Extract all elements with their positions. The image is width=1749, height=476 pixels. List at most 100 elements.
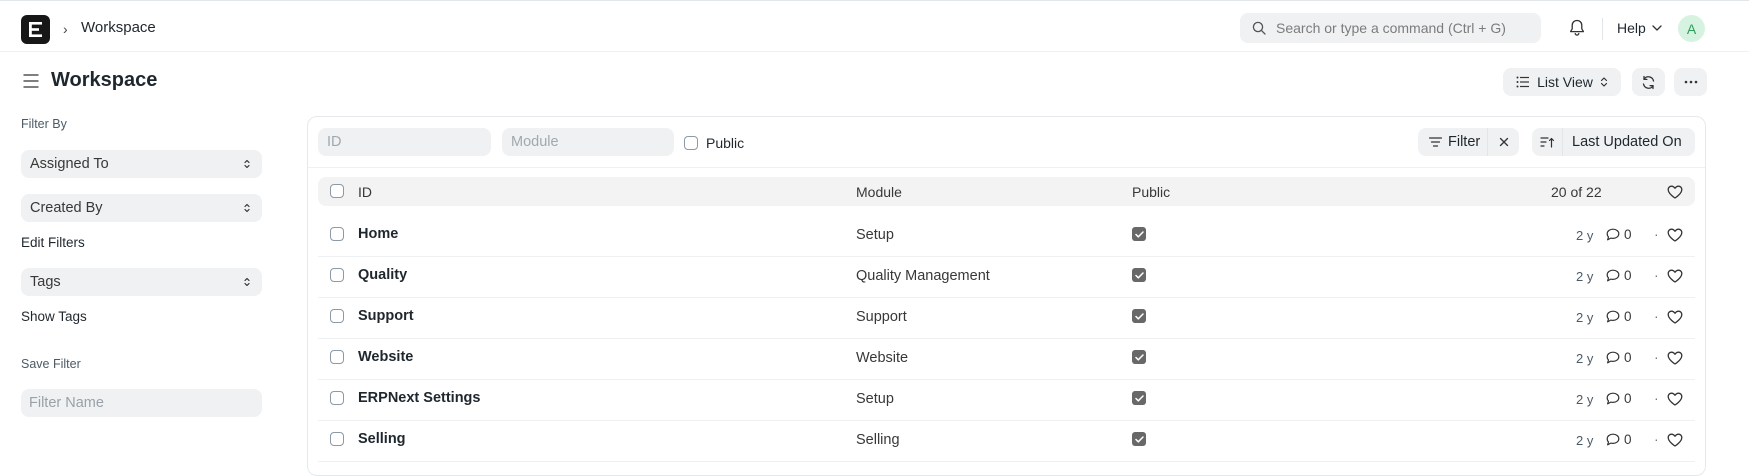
row-checkbox[interactable] (330, 391, 344, 405)
created-by-select[interactable]: Created By (21, 194, 262, 222)
search-input[interactable] (1276, 20, 1526, 36)
module-filter-input[interactable] (502, 128, 674, 156)
comment-count: 0 (1624, 432, 1632, 447)
row-comment-count[interactable]: 0 (1606, 350, 1632, 365)
list-icon (1516, 76, 1530, 88)
heart-icon[interactable] (1667, 228, 1683, 242)
assigned-to-label: Assigned To (30, 156, 109, 172)
row-id-link[interactable]: ERPNext Settings (358, 390, 480, 406)
select-all-checkbox[interactable] (330, 184, 344, 198)
public-checked-indicator (1132, 227, 1146, 241)
tags-label: Tags (30, 274, 61, 290)
row-comment-count[interactable]: 0 (1606, 309, 1632, 324)
refresh-button[interactable] (1632, 68, 1665, 96)
sort-order-button[interactable] (1532, 128, 1563, 156)
row-checkbox[interactable] (330, 432, 344, 446)
filter-icon (1429, 137, 1442, 147)
heart-icon[interactable] (1667, 392, 1683, 406)
row-checkbox[interactable] (330, 309, 344, 323)
table-row[interactable]: Selling Selling 2 y 0 · (318, 421, 1695, 462)
show-tags-link[interactable]: Show Tags (21, 309, 87, 324)
table-row[interactable]: Home Setup 2 y 0 · (318, 216, 1695, 257)
erpnext-logo-icon (29, 22, 42, 37)
help-label: Help (1617, 20, 1646, 36)
table-row[interactable]: Quality Quality Management 2 y 0 · (318, 257, 1695, 298)
sort-icon (1539, 137, 1554, 148)
id-filter-input[interactable] (318, 128, 491, 156)
user-avatar[interactable]: A (1678, 15, 1705, 42)
separator-dot: · (1654, 349, 1659, 365)
row-modified-time: 2 y (1576, 269, 1594, 284)
comment-icon (1606, 269, 1620, 282)
filter-by-label: Filter By (21, 117, 67, 131)
assigned-to-select[interactable]: Assigned To (21, 150, 262, 178)
public-filter-checkbox[interactable]: Public (684, 135, 744, 151)
sidebar-toggle-icon[interactable] (23, 74, 39, 88)
breadcrumb-separator: › (63, 21, 68, 37)
edit-filters-link[interactable]: Edit Filters (21, 235, 85, 250)
row-module: Selling (856, 432, 900, 448)
table-row[interactable]: Website Website 2 y 0 · (318, 339, 1695, 380)
table-body: Home Setup 2 y 0 · Quality Quality Manag… (318, 216, 1695, 462)
public-checked-indicator (1132, 432, 1146, 446)
navbar: › Workspace Help A (0, 4, 1749, 52)
comment-icon (1606, 433, 1620, 446)
row-modified-time: 2 y (1576, 228, 1594, 243)
row-id-link[interactable]: Home (358, 226, 398, 242)
checkbox[interactable] (684, 136, 698, 150)
more-actions-button[interactable] (1674, 68, 1707, 96)
column-header-module: Module (856, 184, 902, 200)
comment-count: 0 (1624, 227, 1632, 242)
separator-dot: · (1654, 308, 1659, 324)
search-bar[interactable] (1240, 13, 1541, 43)
comment-icon (1606, 228, 1620, 241)
table-row[interactable]: ERPNext Settings Setup 2 y 0 · (318, 380, 1695, 421)
list-card: Public Filter (307, 116, 1706, 476)
filter-button-group: Filter (1418, 128, 1519, 156)
public-checked-indicator (1132, 350, 1146, 364)
page-title: Workspace (51, 69, 158, 91)
table-row[interactable]: Support Support 2 y 0 · (318, 298, 1695, 339)
clear-filter-button[interactable] (1488, 137, 1519, 147)
row-comment-count[interactable]: 0 (1606, 268, 1632, 283)
checkmark-icon (1134, 435, 1144, 443)
row-id-link[interactable]: Support (358, 308, 414, 324)
comment-icon (1606, 351, 1620, 364)
help-dropdown[interactable]: Help (1617, 20, 1662, 36)
filter-button[interactable]: Filter (1418, 128, 1488, 156)
chevron-down-icon (1652, 25, 1662, 31)
breadcrumb-workspace[interactable]: Workspace (81, 19, 156, 36)
row-module: Support (856, 309, 907, 325)
tags-select[interactable]: Tags (21, 268, 262, 296)
row-checkbox[interactable] (330, 227, 344, 241)
comment-icon (1606, 392, 1620, 405)
comment-icon (1606, 310, 1620, 323)
heart-icon[interactable] (1667, 351, 1683, 365)
row-checkbox[interactable] (330, 268, 344, 282)
notification-bell-icon[interactable] (1569, 19, 1585, 37)
row-comment-count[interactable]: 0 (1606, 391, 1632, 406)
created-by-label: Created By (30, 200, 103, 216)
comment-count: 0 (1624, 309, 1632, 324)
column-header-id: ID (358, 184, 372, 200)
checkmark-icon (1134, 394, 1144, 402)
row-id-link[interactable]: Quality (358, 267, 407, 283)
heart-icon[interactable] (1667, 310, 1683, 324)
heart-icon[interactable] (1667, 433, 1683, 447)
comment-count: 0 (1624, 391, 1632, 406)
filter-name-input[interactable] (21, 389, 262, 417)
row-module: Website (856, 350, 909, 366)
row-checkbox[interactable] (330, 350, 344, 364)
row-comment-count[interactable]: 0 (1606, 227, 1632, 242)
ellipsis-icon (1684, 80, 1697, 84)
sort-field-button[interactable]: Last Updated On (1563, 134, 1682, 150)
heart-icon[interactable] (1667, 185, 1683, 199)
heart-icon[interactable] (1667, 269, 1683, 283)
row-comment-count[interactable]: 0 (1606, 432, 1632, 447)
save-filter-label: Save Filter (21, 357, 81, 371)
row-id-link[interactable]: Website (358, 349, 413, 365)
app-logo[interactable] (21, 15, 50, 44)
list-view-switcher[interactable]: List View (1503, 68, 1621, 96)
row-id-link[interactable]: Selling (358, 431, 406, 447)
search-icon (1252, 21, 1266, 35)
